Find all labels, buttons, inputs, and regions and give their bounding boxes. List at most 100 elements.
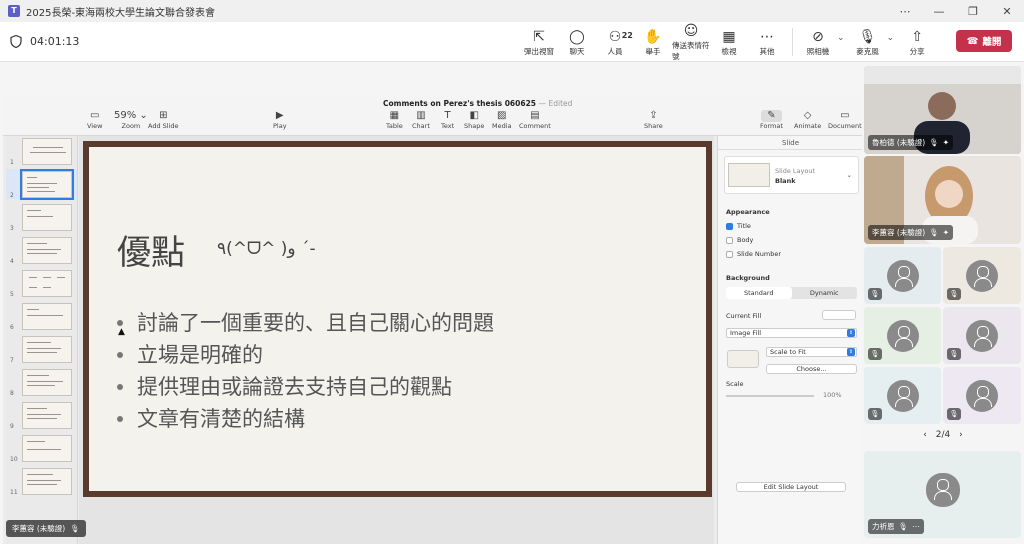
- slide-frame: 優點 ٩(^ᗜ^ )و ´- 討論了一個重要的、且自己關心的問題 立場是明確的 …: [83, 141, 712, 497]
- slide-thumbnail[interactable]: 6: [6, 301, 77, 331]
- title-checkbox[interactable]: Title: [726, 222, 751, 230]
- chat-icon: ◯: [569, 28, 585, 45]
- comment-button[interactable]: ▤ Comment: [519, 110, 551, 130]
- people-icon: ⚇ 22: [608, 28, 633, 45]
- minimize-icon[interactable]: —: [922, 5, 956, 18]
- slide-kaomoji[interactable]: ٩(^ᗜ^ )و ´-: [217, 239, 316, 259]
- scale-mode-select[interactable]: Scale to Fit ⇕: [766, 347, 857, 357]
- avatar-tile[interactable]: 🎙: [864, 247, 941, 304]
- prev-page-icon[interactable]: ‹: [923, 430, 927, 440]
- fill-type-select[interactable]: Image Fill ⇕: [726, 328, 857, 338]
- teams-logo-icon: T: [8, 5, 20, 17]
- raise-hand-icon: ✋: [644, 28, 662, 45]
- close-icon[interactable]: ✕: [990, 5, 1024, 18]
- slide-thumbnail[interactable]: 8: [6, 367, 77, 397]
- fill-color-well[interactable]: [822, 310, 856, 320]
- avatar-tile[interactable]: 🎙: [943, 247, 1021, 304]
- share-doc-button[interactable]: ⇪ Share: [644, 110, 663, 130]
- image-fill-preview[interactable]: [727, 350, 759, 368]
- chart-button[interactable]: ▥ Chart: [412, 110, 430, 130]
- keynote-toolbar: Comments on Perez's thesis 060625 — Edit…: [3, 96, 862, 136]
- format-inspector: Slide Slide Layout Blank ⌄ Appearance Ti…: [717, 136, 863, 544]
- choose-image-button[interactable]: Choose...: [766, 364, 857, 374]
- slide-thumbnail-selected[interactable]: 2: [6, 169, 77, 200]
- slide-thumbnail[interactable]: 5: [6, 268, 77, 298]
- avatar-tile[interactable]: 🎙: [943, 307, 1021, 364]
- pop-out-button[interactable]: ⇱ 彈出視窗: [520, 28, 558, 57]
- video-tile[interactable]: 李蕙容 (未驗證) 🎙 ✦: [864, 156, 1021, 244]
- leave-button[interactable]: ☎ 離開: [956, 30, 1012, 52]
- dynamic-option[interactable]: Dynamic: [792, 287, 858, 299]
- add-slide-icon: ⊞: [159, 110, 168, 121]
- hang-up-icon: ☎: [966, 35, 979, 47]
- people-button[interactable]: ⚇ 22 人員: [596, 28, 634, 57]
- slide-layout-selector[interactable]: Slide Layout Blank ⌄: [724, 156, 859, 194]
- mic-off-icon: 🎙: [947, 348, 961, 360]
- scale-label: Scale: [726, 380, 744, 388]
- gallery-pager: ‹ 2/4 ›: [923, 430, 963, 440]
- mic-off-icon: 🎙: [929, 138, 939, 147]
- more-options-icon[interactable]: ⋯: [888, 5, 922, 18]
- more-button[interactable]: ⋯ 其他: [748, 28, 786, 57]
- bullet-item: 文章有清楚的結構: [117, 403, 494, 435]
- raise-hand-button[interactable]: ✋ 舉手: [634, 28, 672, 57]
- animate-button[interactable]: ◇ Animate: [794, 110, 821, 130]
- document-button[interactable]: ▭ Document: [828, 110, 862, 130]
- avatar-tile[interactable]: 力祈恩 🎙 ⋯: [864, 451, 1021, 538]
- scale-value[interactable]: 100%: [823, 391, 842, 399]
- slide-bullets[interactable]: 討論了一個重要的、且自己關心的問題 立場是明確的 提供理由或論證去支持自己的觀點…: [117, 307, 494, 435]
- share-button[interactable]: ⇧ 分享: [898, 28, 936, 57]
- media-button[interactable]: ▨ Media: [492, 110, 512, 130]
- reactions-button[interactable]: ☺ 傳送表情符號: [672, 22, 710, 62]
- background-mode-toggle[interactable]: Standard Dynamic: [726, 287, 857, 299]
- slide-title[interactable]: 優點: [117, 225, 185, 274]
- view-button[interactable]: ▦ 檢視: [710, 28, 748, 57]
- video-tile[interactable]: 魯柏德 (未驗證) 🎙 ✦: [864, 66, 1021, 154]
- slide-thumbnail[interactable]: 3: [6, 202, 77, 232]
- slide-thumbnail[interactable]: 4: [6, 235, 77, 265]
- slide-thumbnail[interactable]: 10: [6, 433, 77, 463]
- edit-slide-layout-button[interactable]: Edit Slide Layout: [736, 482, 846, 492]
- standard-option[interactable]: Standard: [726, 287, 792, 299]
- participant-name-label: 力祈恩 🎙 ⋯: [868, 519, 924, 534]
- slide-content[interactable]: 優點 ٩(^ᗜ^ )و ´- 討論了一個重要的、且自己關心的問題 立場是明確的 …: [89, 147, 706, 491]
- add-slide-button[interactable]: ⊞ Add Slide: [148, 110, 179, 130]
- slide-thumbnail[interactable]: 11: [6, 466, 77, 496]
- slide-navigator[interactable]: 1 2 3 4 5 6 7 8 9 10 11: [6, 136, 78, 544]
- mic-off-icon: 🎙: [70, 524, 80, 533]
- more-icon: ⋯: [760, 28, 774, 45]
- format-button[interactable]: ✎ Format: [760, 110, 783, 130]
- slide-thumbnail[interactable]: 7: [6, 334, 77, 364]
- mic-options-chevron-icon[interactable]: ⌄: [887, 33, 895, 43]
- camera-options-chevron-icon[interactable]: ⌄: [837, 33, 845, 43]
- restore-icon[interactable]: ❐: [956, 5, 990, 18]
- more-icon: ⋯: [912, 522, 920, 531]
- slide-thumbnail[interactable]: 9: [6, 400, 77, 430]
- scale-slider[interactable]: [726, 395, 814, 397]
- self-name-label: 李蕙容 (未驗證) 🎙: [6, 520, 86, 537]
- slide-number-checkbox[interactable]: Slide Number: [726, 250, 781, 258]
- layout-preview: [728, 163, 770, 187]
- participant-name-label: 魯柏德 (未驗證) 🎙 ✦: [868, 135, 954, 150]
- chat-button[interactable]: ◯ 聊天: [558, 28, 596, 57]
- next-page-icon[interactable]: ›: [959, 430, 963, 440]
- table-button[interactable]: ▦ Table: [386, 110, 403, 130]
- text-button[interactable]: T Text: [441, 110, 454, 130]
- share-screen-icon: ⇧: [911, 28, 923, 45]
- avatar-tile[interactable]: 🎙: [864, 307, 941, 364]
- play-icon: ▶: [275, 110, 284, 121]
- body-checkbox[interactable]: Body: [726, 236, 753, 244]
- view-menu-button[interactable]: ▭ View: [87, 110, 102, 130]
- slide-canvas[interactable]: 優點 ٩(^ᗜ^ )و ´- 討論了一個重要的、且自己關心的問題 立場是明確的 …: [79, 136, 714, 544]
- avatar-tile[interactable]: 🎙: [943, 367, 1021, 424]
- shape-button[interactable]: ◧ Shape: [464, 110, 484, 130]
- mic-button[interactable]: 🎙 麥克風: [849, 28, 887, 57]
- mic-off-icon: 🎙: [947, 408, 961, 420]
- avatar-tile[interactable]: 🎙: [864, 367, 941, 424]
- shield-icon: [10, 35, 22, 48]
- play-button[interactable]: ▶ Play: [273, 110, 287, 130]
- zoom-button[interactable]: 59% ⌄ Zoom: [114, 110, 148, 130]
- bullet-item: 提供理由或論證去支持自己的觀點: [117, 371, 494, 403]
- slide-thumbnail[interactable]: 1: [6, 136, 77, 166]
- camera-button[interactable]: ⊘ 照相機: [799, 28, 837, 57]
